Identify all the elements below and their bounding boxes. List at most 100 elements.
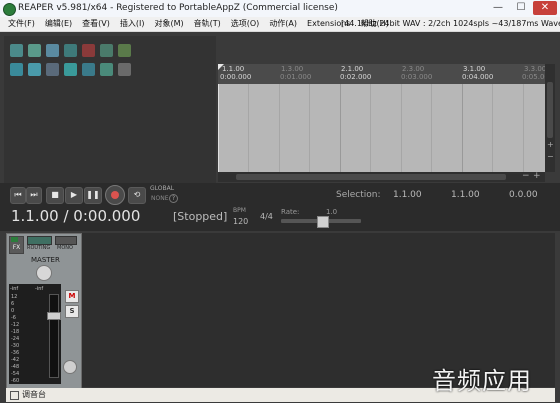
new-project-icon[interactable] bbox=[10, 44, 23, 57]
timeline-ruler[interactable]: 1.1.00 0:00.000 1.3.00 0:01.000 2.1.00 0… bbox=[218, 64, 553, 84]
rate-label: Rate: bbox=[281, 208, 300, 216]
minimize-button[interactable]: — bbox=[487, 1, 509, 15]
h-zoom-in-icon[interactable]: + bbox=[533, 171, 541, 181]
scale-tick: -60 bbox=[11, 378, 20, 384]
menu-view[interactable]: 查看(V) bbox=[82, 17, 110, 31]
fx-power-icon bbox=[11, 237, 18, 242]
menu-actions[interactable]: 动作(A) bbox=[269, 17, 297, 31]
rate-value[interactable]: 1.0 bbox=[326, 208, 337, 216]
stop-button[interactable]: ■ bbox=[46, 187, 64, 204]
grid-icon[interactable] bbox=[10, 63, 23, 76]
scale-tick: 6 bbox=[11, 301, 15, 307]
peak-right[interactable]: -inf bbox=[35, 286, 43, 292]
maximize-button[interactable]: ☐ bbox=[510, 1, 532, 15]
scale-tick: -18 bbox=[11, 329, 20, 335]
close-button[interactable]: ✕ bbox=[533, 1, 557, 15]
snap-icon[interactable] bbox=[28, 63, 41, 76]
zoom-out-icon[interactable]: − bbox=[547, 152, 554, 161]
fx-label: FX bbox=[12, 244, 21, 251]
vertical-scrollbar[interactable]: + − bbox=[545, 64, 555, 172]
automation-mode-dropdown[interactable]: ? bbox=[169, 194, 178, 203]
menu-edit[interactable]: 编辑(E) bbox=[45, 17, 72, 31]
ruler-time-label: 0:04.000 bbox=[462, 73, 494, 81]
lock-icon[interactable] bbox=[118, 63, 131, 76]
metronome-icon[interactable] bbox=[118, 44, 131, 57]
routing-label: ROUTING bbox=[27, 245, 51, 251]
project-settings-icon[interactable] bbox=[64, 44, 77, 57]
ruler-bar-label: 3.1.00 bbox=[463, 65, 486, 73]
repeat-button[interactable]: ⟲ bbox=[128, 187, 146, 204]
menu-insert[interactable]: 插入(I) bbox=[120, 17, 145, 31]
ruler-bar-label: 3.3.00 bbox=[524, 65, 547, 73]
master-track-name: MASTER bbox=[31, 256, 60, 264]
play-button[interactable]: ▶ bbox=[65, 187, 83, 204]
scale-tick: -30 bbox=[11, 343, 20, 349]
mute-button[interactable]: M bbox=[65, 290, 79, 303]
ruler-time-label: 0:03.000 bbox=[401, 73, 433, 81]
main-toolbar bbox=[6, 44, 136, 80]
menu-list: 文件(F) 编辑(E) 查看(V) 插入(I) 对象(M) 音轨(T) 选项(O… bbox=[8, 17, 389, 31]
pause-button[interactable]: ❚❚ bbox=[84, 187, 102, 204]
arrange-view[interactable] bbox=[218, 84, 545, 172]
rate-slider-thumb[interactable] bbox=[317, 216, 329, 228]
global-automation-label[interactable]: GLOBAL bbox=[150, 185, 174, 192]
edit-cursor bbox=[218, 84, 219, 172]
ruler-bar-label: 1.3.00 bbox=[281, 65, 304, 73]
envelope-icon[interactable] bbox=[82, 63, 95, 76]
watermark-text: 音频应用 bbox=[432, 367, 532, 395]
zoom-in-icon[interactable]: + bbox=[547, 140, 554, 149]
mute-label: M bbox=[68, 292, 76, 300]
scale-tick: -24 bbox=[11, 336, 20, 342]
time-signature[interactable]: 4/4 bbox=[260, 212, 273, 221]
mixer-dock-tab[interactable]: 调音台 bbox=[22, 388, 46, 402]
solo-label: S bbox=[69, 307, 75, 315]
play-state: [Stopped] bbox=[173, 210, 228, 223]
selection-label: Selection: bbox=[336, 190, 381, 200]
bpm-value[interactable]: 120 bbox=[233, 217, 248, 226]
scale-tick: -54 bbox=[11, 371, 20, 377]
peak-left[interactable]: -inf bbox=[10, 286, 18, 292]
go-to-end-button[interactable]: ⏭ bbox=[26, 187, 42, 204]
automation-mode-label[interactable]: NONE bbox=[151, 195, 169, 202]
crossfade-icon[interactable] bbox=[100, 63, 113, 76]
master-env-icon[interactable] bbox=[63, 360, 77, 374]
volume-knob[interactable] bbox=[36, 265, 52, 281]
menu-options[interactable]: 选项(O) bbox=[231, 17, 260, 31]
window-title: REAPER v5.981/x64 - Registered to Portab… bbox=[18, 3, 338, 13]
scale-tick: 0 bbox=[11, 308, 15, 314]
menu-bar: 文件(F) 编辑(E) 查看(V) 插入(I) 对象(M) 音轨(T) 选项(O… bbox=[0, 17, 560, 32]
volume-fader-track[interactable] bbox=[49, 294, 59, 378]
horizontal-scroll-thumb[interactable] bbox=[236, 174, 506, 180]
save-project-icon[interactable] bbox=[46, 44, 59, 57]
menu-file[interactable]: 文件(F) bbox=[8, 17, 35, 31]
dock-close-icon[interactable] bbox=[10, 391, 19, 400]
title-bar: REAPER v5.981/x64 - Registered to Portab… bbox=[0, 0, 560, 17]
scale-tick: -36 bbox=[11, 350, 20, 356]
selection-start[interactable]: 1.1.00 bbox=[393, 190, 422, 200]
ruler-bar-label: 2.3.00 bbox=[402, 65, 425, 73]
menu-track[interactable]: 音轨(T) bbox=[194, 17, 221, 31]
position-display[interactable]: 1.1.00 / 0:00.000 bbox=[11, 207, 140, 225]
record-button[interactable] bbox=[105, 185, 125, 205]
mono-button[interactable] bbox=[55, 236, 77, 245]
h-zoom-out-icon[interactable]: − bbox=[522, 171, 530, 181]
routing-button[interactable] bbox=[27, 236, 52, 245]
group-icon[interactable] bbox=[64, 63, 77, 76]
scale-tick: 12 bbox=[11, 294, 18, 300]
vertical-scroll-thumb[interactable] bbox=[547, 82, 553, 138]
volume-fader-thumb[interactable] bbox=[47, 312, 61, 320]
redo-icon[interactable] bbox=[100, 44, 113, 57]
audio-device-status: [44.1kHz 24bit WAV : 2/2ch 1024spls ~43/… bbox=[341, 19, 560, 28]
go-to-start-button[interactable]: ⏮ bbox=[10, 187, 26, 204]
ruler-time-label: 0:02.000 bbox=[340, 73, 372, 81]
scale-tick: -12 bbox=[11, 322, 20, 328]
mono-label: MONO bbox=[57, 245, 73, 251]
ripple-icon[interactable] bbox=[46, 63, 59, 76]
open-project-icon[interactable] bbox=[28, 44, 41, 57]
solo-button[interactable]: S bbox=[65, 305, 79, 318]
menu-item[interactable]: 对象(M) bbox=[154, 17, 183, 31]
selection-end[interactable]: 1.1.00 bbox=[451, 190, 480, 200]
selection-length[interactable]: 0.0.00 bbox=[509, 190, 538, 200]
undo-icon[interactable] bbox=[82, 44, 95, 57]
ruler-time-label: 0:01.000 bbox=[280, 73, 312, 81]
